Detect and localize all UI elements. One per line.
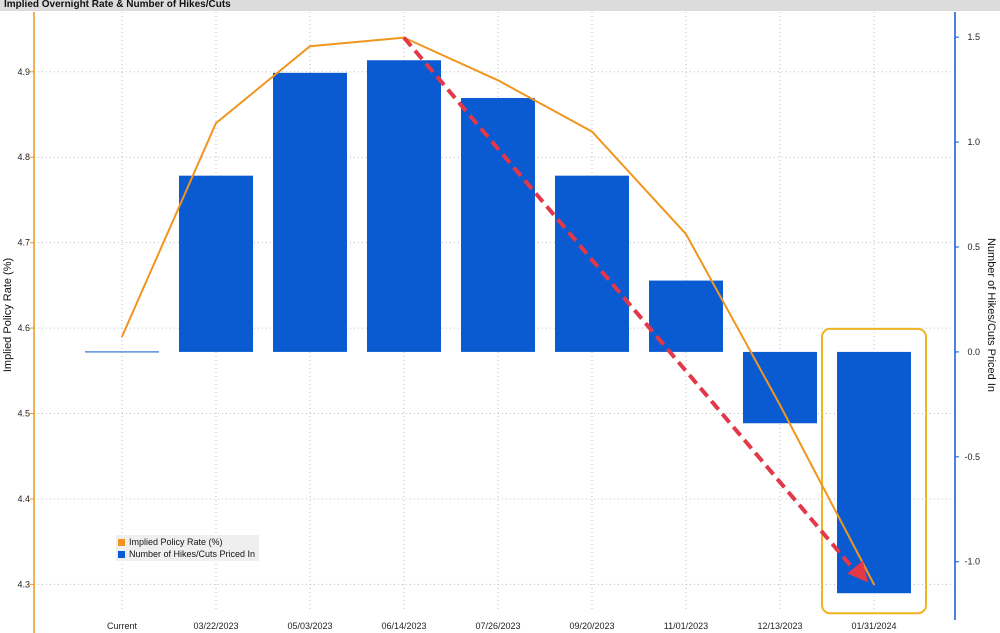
y-tick-label-right: -1.0: [964, 557, 980, 567]
x-tick-label: 03/22/2023: [193, 621, 238, 631]
x-tick-label: 12/13/2023: [757, 621, 802, 631]
x-tick-label: 09/20/2023: [569, 621, 614, 631]
y-tick-label-left: 4.8: [17, 152, 30, 162]
line-point: [309, 45, 311, 48]
legend-swatch-rate: [118, 538, 125, 546]
legend: Implied Policy Rate (%) Number of Hikes/…: [116, 535, 260, 561]
y-axis-title-left: Implied Policy Rate (%): [2, 258, 14, 372]
y-tick-label-right: 0.5: [967, 242, 980, 252]
bar: [743, 351, 817, 424]
line-point: [873, 583, 875, 586]
bar: [555, 175, 629, 352]
x-tick-label: 06/14/2023: [381, 621, 426, 631]
y-tick-label-left: 4.3: [17, 579, 30, 589]
bar: [273, 72, 347, 352]
legend-item-hikes: Number of Hikes/Cuts Priced In: [118, 548, 255, 560]
y-tick-label-left: 4.6: [17, 323, 30, 333]
y-tick-label-left: 4.7: [17, 238, 30, 248]
y-tick-label-right: 0.0: [967, 347, 980, 357]
y-tick-label-left: 4.5: [17, 409, 30, 419]
legend-label-rate: Implied Policy Rate (%): [129, 537, 223, 547]
x-tick-label: 01/31/2024: [851, 621, 896, 631]
x-tick-label: 05/03/2023: [287, 621, 332, 631]
x-tick-label: 07/26/2023: [475, 621, 520, 631]
line-point: [215, 122, 217, 125]
line-point: [591, 130, 593, 133]
x-tick-label: 11/01/2023: [664, 621, 708, 631]
y-tick-label-left: 4.4: [17, 494, 30, 504]
x-tick-label: Current: [107, 621, 138, 631]
bar: [367, 60, 441, 352]
line-point: [685, 233, 687, 236]
legend-label-hikes: Number of Hikes/Cuts Priced In: [129, 549, 256, 559]
y-axis-title-right: Number of Hikes/Cuts Priced In: [985, 238, 997, 392]
y-tick-label-right: 1.5: [967, 32, 980, 42]
line-point: [121, 335, 123, 338]
y-tick-label-right: -0.5: [964, 452, 980, 462]
legend-swatch-hikes: [118, 550, 125, 558]
y-tick-label-right: 1.0: [967, 137, 980, 147]
bar: [837, 351, 911, 594]
line-point: [779, 404, 781, 406]
legend-item-rate: Implied Policy Rate (%): [118, 536, 255, 548]
y-tick-label-left: 4.9: [17, 67, 30, 77]
line-point: [497, 79, 499, 82]
bar: [461, 98, 535, 352]
bar: [179, 175, 253, 352]
